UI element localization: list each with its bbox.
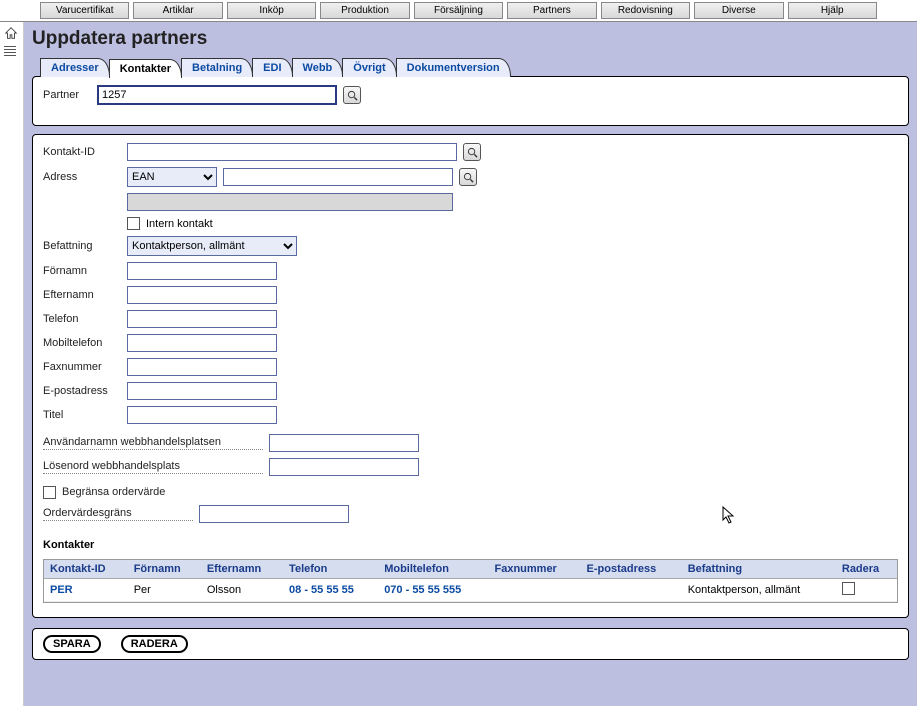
faxnummer-label: Faxnummer	[43, 361, 121, 373]
delete-button[interactable]: RADERA	[121, 635, 188, 653]
kontakt-id-label: Kontakt-ID	[43, 146, 121, 158]
telefon-label: Telefon	[43, 313, 121, 325]
th-faxnummer[interactable]: Faxnummer	[488, 560, 580, 579]
table-row: PER Per Olsson 08 - 55 55 55 070 - 55 55…	[44, 579, 897, 602]
left-rail	[0, 22, 24, 706]
partner-input[interactable]	[97, 85, 337, 105]
td-epost	[581, 579, 682, 602]
begransa-label: Begränsa ordervärde	[62, 486, 165, 499]
mobiltelefon-label: Mobiltelefon	[43, 337, 121, 349]
tab-betalning[interactable]: Betalning	[181, 58, 253, 77]
td-fax	[488, 579, 580, 602]
th-telefon[interactable]: Telefon	[283, 560, 378, 579]
menu-produktion[interactable]: Produktion	[320, 2, 409, 19]
th-mobiltelefon[interactable]: Mobiltelefon	[378, 560, 488, 579]
ordervardesgrans-input[interactable]	[199, 505, 349, 523]
anvandarnamn-label: Användarnamn webbhandelsplatsen	[43, 436, 263, 450]
partner-panel: Partner	[32, 76, 909, 126]
form-panel: Kontakt-ID Adress EAN	[32, 134, 909, 618]
top-menu: Varucertifikat Artiklar Inköp Produktion…	[0, 0, 917, 22]
td-efternamn: Olsson	[201, 579, 283, 602]
partner-label: Partner	[43, 89, 91, 101]
befattning-label: Befattning	[43, 240, 121, 252]
titel-label: Titel	[43, 409, 121, 421]
ordervardesgrans-label: Ordervärdesgräns	[43, 507, 193, 521]
td-fornamn: Per	[128, 579, 201, 602]
intern-kontakt-label: Intern kontakt	[146, 218, 213, 230]
kontakt-id-input[interactable]	[127, 143, 457, 161]
table-header-row: Kontakt-ID Förnamn Efternamn Telefon Mob…	[44, 560, 897, 579]
kontakt-id-search-button[interactable]	[463, 143, 481, 161]
adress-input[interactable]	[223, 168, 453, 186]
intern-kontakt-checkbox[interactable]	[127, 217, 140, 230]
losenord-input[interactable]	[269, 458, 419, 476]
menu-forsaljning[interactable]: Försäljning	[414, 2, 503, 19]
contacts-section-title: Kontakter	[43, 539, 898, 551]
save-button[interactable]: SPARA	[43, 635, 101, 653]
th-efternamn[interactable]: Efternamn	[201, 560, 283, 579]
th-fornamn[interactable]: Förnamn	[128, 560, 201, 579]
th-kontakt-id[interactable]: Kontakt-ID	[44, 560, 128, 579]
losenord-label: Lösenord webbhandelsplats	[43, 460, 263, 474]
th-radera: Radera	[836, 560, 897, 579]
fornamn-label: Förnamn	[43, 265, 121, 277]
tab-ovrigt[interactable]: Övrigt	[342, 58, 396, 77]
titel-input[interactable]	[127, 406, 277, 424]
tab-edi[interactable]: EDI	[252, 58, 292, 77]
tabs: Adresser Kontakter Betalning EDI Webb Öv…	[32, 58, 909, 77]
menu-varucertifikat[interactable]: Varucertifikat	[40, 2, 129, 19]
telefon-input[interactable]	[127, 310, 277, 328]
adress-select[interactable]: EAN	[127, 167, 217, 187]
td-befattning: Kontaktperson, allmänt	[682, 579, 836, 602]
adress-display-input	[127, 193, 453, 211]
td-mobil[interactable]: 070 - 55 55 555	[378, 579, 488, 602]
td-kontakt-id[interactable]: PER	[44, 579, 128, 602]
th-befattning[interactable]: Befattning	[682, 560, 836, 579]
menu-diverse[interactable]: Diverse	[694, 2, 783, 19]
faxnummer-input[interactable]	[127, 358, 277, 376]
home-icon[interactable]	[4, 26, 20, 42]
tab-webb[interactable]: Webb	[292, 58, 344, 77]
menu-artiklar[interactable]: Artiklar	[133, 2, 222, 19]
efternamn-label: Efternamn	[43, 289, 121, 301]
contacts-table: Kontakt-ID Förnamn Efternamn Telefon Mob…	[43, 559, 898, 603]
td-telefon[interactable]: 08 - 55 55 55	[283, 579, 378, 602]
page-title: Uppdatera partners	[32, 28, 909, 50]
menu-lines-icon[interactable]	[4, 46, 20, 62]
main-content: Uppdatera partners Adresser Kontakter Be…	[24, 22, 917, 706]
menu-inkop[interactable]: Inköp	[227, 2, 316, 19]
menu-redovisning[interactable]: Redovisning	[601, 2, 690, 19]
epost-label: E-postadress	[43, 385, 121, 397]
partner-search-button[interactable]	[343, 86, 361, 104]
fornamn-input[interactable]	[127, 262, 277, 280]
efternamn-input[interactable]	[127, 286, 277, 304]
footer-panel: SPARA RADERA	[32, 628, 909, 660]
menu-partners[interactable]: Partners	[507, 2, 596, 19]
anvandarnamn-input[interactable]	[269, 434, 419, 452]
menu-hjalp[interactable]: Hjälp	[788, 2, 877, 19]
adress-label: Adress	[43, 171, 121, 183]
befattning-select[interactable]: Kontaktperson, allmänt	[127, 236, 297, 256]
delete-row-checkbox[interactable]	[842, 582, 855, 595]
tab-adresser[interactable]: Adresser	[40, 58, 110, 77]
tab-kontakter[interactable]: Kontakter	[109, 59, 182, 78]
tab-dokumentversion[interactable]: Dokumentversion	[396, 58, 511, 77]
mobiltelefon-input[interactable]	[127, 334, 277, 352]
adress-search-button[interactable]	[459, 168, 477, 186]
epost-input[interactable]	[127, 382, 277, 400]
th-epostadress[interactable]: E-postadress	[581, 560, 682, 579]
td-radera	[836, 579, 897, 602]
begransa-checkbox[interactable]	[43, 486, 56, 499]
